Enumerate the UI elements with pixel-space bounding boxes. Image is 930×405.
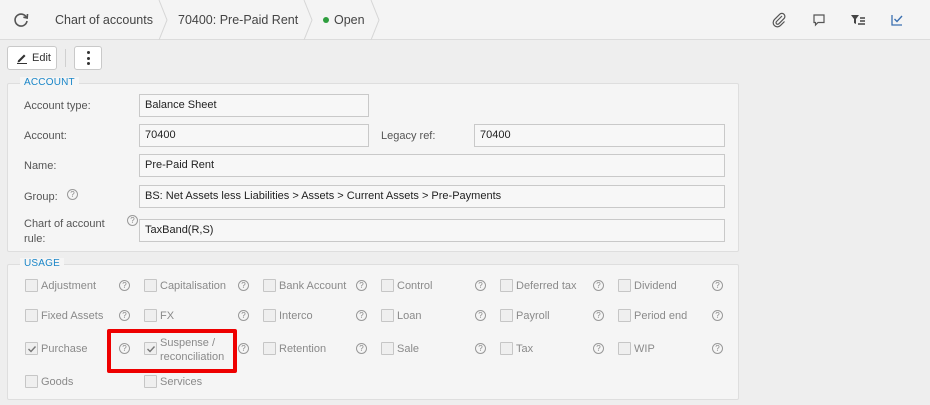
- usage-checkbox[interactable]: [381, 279, 394, 292]
- usage-checkbox[interactable]: [144, 375, 157, 388]
- status-label: Open: [334, 13, 365, 27]
- usage-checkbox-label: Deferred tax: [516, 280, 577, 292]
- usage-checkbox-label: Payroll: [516, 310, 550, 322]
- help-icon[interactable]: ?: [119, 343, 130, 354]
- top-bar: Chart of accounts 70400: Pre-Paid Rent O…: [0, 0, 930, 40]
- more-vertical-icon: [87, 51, 90, 68]
- paperclip-icon[interactable]: [771, 12, 787, 28]
- usage-checkbox[interactable]: [144, 342, 157, 355]
- filter-list-icon[interactable]: [850, 12, 866, 28]
- help-icon[interactable]: ?: [356, 310, 367, 321]
- help-icon[interactable]: ?: [475, 280, 486, 291]
- usage-checkbox-label: Period end: [634, 310, 688, 322]
- pencil-icon: [17, 54, 27, 64]
- breadcrumb-separator-icon: [303, 0, 313, 40]
- help-icon[interactable]: ?: [475, 343, 486, 354]
- usage-checkbox-label: Goods: [41, 376, 74, 388]
- usage-checkbox[interactable]: [25, 279, 38, 292]
- group-label: Group:: [24, 191, 58, 203]
- account-type-label: Account type:: [24, 100, 91, 112]
- account-label: Account:: [24, 130, 67, 142]
- usage-checkbox[interactable]: [381, 309, 394, 322]
- usage-checkbox[interactable]: [263, 309, 276, 322]
- help-icon[interactable]: ?: [67, 189, 78, 200]
- name-field[interactable]: Pre-Paid Rent: [139, 154, 725, 177]
- more-actions-button[interactable]: [74, 46, 102, 70]
- usage-checkbox[interactable]: [381, 342, 394, 355]
- usage-checkbox-label: Dividend: [634, 280, 677, 292]
- help-icon[interactable]: ?: [119, 310, 130, 321]
- check-icon: [147, 346, 156, 353]
- usage-checkbox-label: Fixed Assets: [41, 310, 104, 322]
- edit-button-label: Edit: [32, 52, 51, 64]
- usage-checkbox-label: Services: [160, 376, 203, 388]
- usage-checkbox-label: FX: [160, 310, 175, 322]
- help-icon[interactable]: ?: [238, 280, 249, 291]
- chart-of-account-rule-label: Chart of account rule:: [24, 218, 105, 245]
- account-type-field[interactable]: Balance Sheet: [139, 94, 369, 117]
- usage-checkbox[interactable]: [25, 375, 38, 388]
- check-icon: [28, 346, 37, 353]
- legacy-ref-field[interactable]: 70400: [474, 124, 725, 147]
- usage-checkbox[interactable]: [618, 279, 631, 292]
- help-icon[interactable]: ?: [712, 343, 723, 354]
- help-icon[interactable]: ?: [238, 343, 249, 354]
- usage-checkbox[interactable]: [263, 342, 276, 355]
- legacy-ref-label: Legacy ref:: [381, 130, 436, 142]
- help-icon[interactable]: ?: [238, 310, 249, 321]
- usage-checkbox-label: Retention: [279, 343, 327, 355]
- usage-checkbox-label: Sale: [397, 343, 420, 355]
- account-section-title: ACCOUNT: [20, 77, 79, 88]
- edit-button[interactable]: Edit: [7, 46, 57, 70]
- name-label: Name:: [24, 160, 57, 172]
- usage-checkbox[interactable]: [144, 309, 157, 322]
- toolbar-divider: [65, 49, 66, 67]
- usage-checkbox[interactable]: [618, 342, 631, 355]
- account-field[interactable]: 70400: [139, 124, 369, 147]
- help-icon[interactable]: ?: [356, 280, 367, 291]
- usage-checkbox[interactable]: [25, 309, 38, 322]
- action-toolbar: Edit: [0, 41, 930, 75]
- help-icon[interactable]: ?: [475, 310, 486, 321]
- help-icon[interactable]: ?: [119, 280, 130, 291]
- usage-checkbox-label: Suspense / reconciliation: [160, 337, 225, 363]
- usage-checkbox[interactable]: [263, 279, 276, 292]
- status-badge: Open: [323, 0, 365, 40]
- usage-checkbox-label: Control: [397, 280, 433, 292]
- usage-checkbox-label: Adjustment: [41, 280, 97, 292]
- help-icon[interactable]: ?: [593, 280, 604, 291]
- usage-section-title: USAGE: [20, 258, 65, 269]
- checklist-icon[interactable]: [889, 12, 905, 28]
- usage-checkbox-label: Tax: [516, 343, 534, 355]
- usage-checkbox-label: Bank Account: [279, 280, 347, 292]
- usage-checkbox[interactable]: [144, 279, 157, 292]
- usage-checkbox[interactable]: [618, 309, 631, 322]
- usage-checkbox-label: Capitalisation: [160, 280, 227, 292]
- status-dot-icon: [323, 16, 329, 23]
- chart-of-account-rule-field[interactable]: TaxBand(R,S): [139, 219, 725, 242]
- usage-checkbox[interactable]: [500, 342, 513, 355]
- breadcrumb-record[interactable]: 70400: Pre-Paid Rent: [178, 0, 298, 40]
- usage-checkbox-label: WIP: [634, 343, 655, 355]
- usage-checkbox-label: Purchase: [41, 343, 88, 355]
- help-icon[interactable]: ?: [593, 343, 604, 354]
- usage-checkbox-label: Interco: [279, 310, 313, 322]
- refresh-icon[interactable]: [12, 11, 30, 29]
- help-icon[interactable]: ?: [712, 280, 723, 291]
- group-field[interactable]: BS: Net Assets less Liabilities > Assets…: [139, 185, 725, 208]
- help-icon[interactable]: ?: [593, 310, 604, 321]
- usage-checkbox[interactable]: [25, 342, 38, 355]
- comment-icon[interactable]: [811, 12, 827, 28]
- usage-checkbox[interactable]: [500, 279, 513, 292]
- help-icon[interactable]: ?: [712, 310, 723, 321]
- breadcrumb-separator-icon: [158, 0, 168, 40]
- help-icon[interactable]: ?: [356, 343, 367, 354]
- breadcrumb-root[interactable]: Chart of accounts: [55, 0, 153, 40]
- usage-checkbox-label: Loan: [397, 310, 422, 322]
- breadcrumb-separator-icon: [370, 0, 380, 40]
- usage-checkbox[interactable]: [500, 309, 513, 322]
- help-icon[interactable]: ?: [127, 215, 138, 226]
